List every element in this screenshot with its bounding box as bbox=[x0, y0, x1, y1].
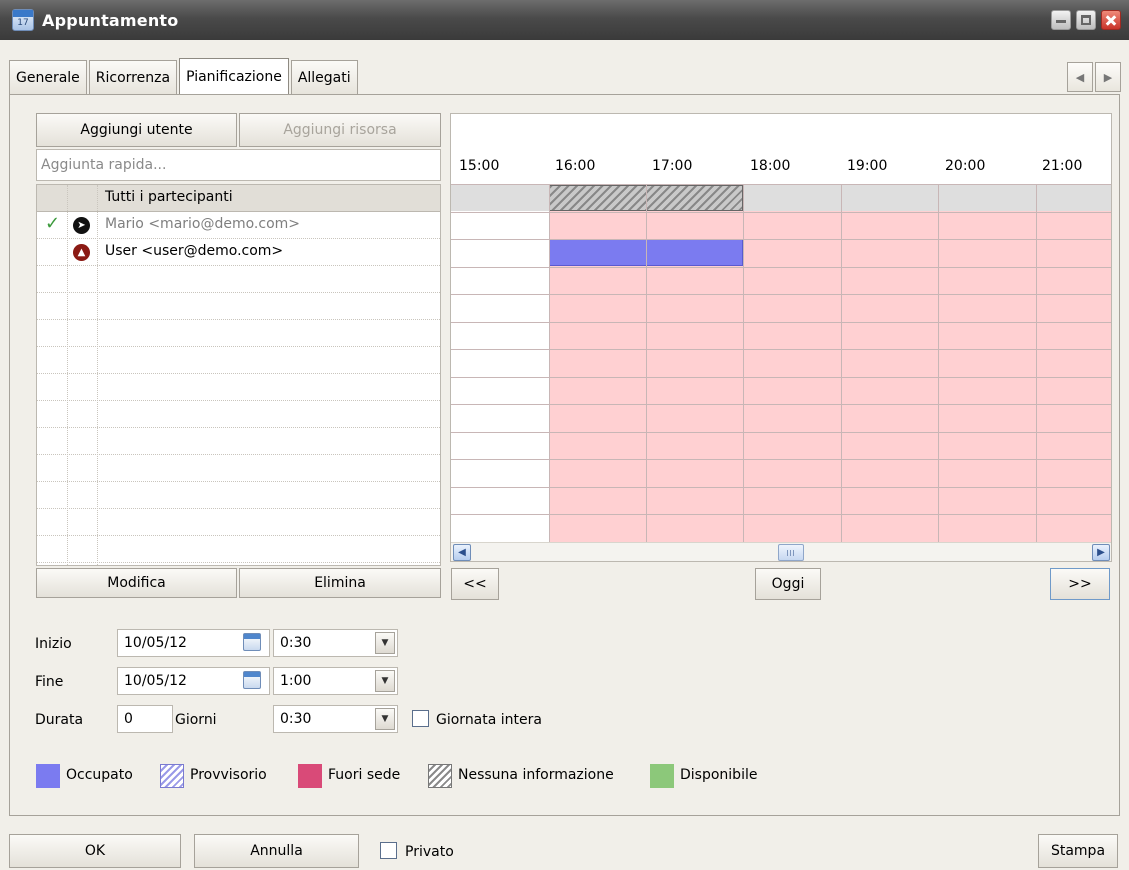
minimize-icon[interactable] bbox=[1051, 10, 1071, 30]
days-label: Giorni bbox=[175, 712, 217, 728]
no-info-legend-swatch bbox=[428, 764, 452, 788]
private-label: Privato bbox=[405, 844, 454, 860]
calendar-icon[interactable] bbox=[243, 671, 261, 689]
busy-legend-label: Occupato bbox=[66, 767, 133, 783]
all-day-checkbox[interactable] bbox=[412, 710, 429, 727]
timeline-row-line bbox=[451, 294, 1111, 295]
all-attendees-label: Tutti i partecipanti bbox=[105, 189, 233, 205]
duration-label: Durata bbox=[35, 712, 84, 728]
previous-button[interactable]: << bbox=[451, 568, 499, 600]
hour-label: 18:00 bbox=[750, 158, 791, 174]
timeline-row-line bbox=[451, 459, 1111, 460]
tab-bar: Generale Ricorrenza Pianificazione Alleg… bbox=[9, 58, 360, 94]
hour-label: 21:00 bbox=[1042, 158, 1083, 174]
hour-label: 17:00 bbox=[652, 158, 693, 174]
next-button[interactable]: >> bbox=[1050, 568, 1110, 600]
attendee-name: User <user@demo.com> bbox=[105, 243, 284, 259]
tab-allegati[interactable]: Allegati bbox=[290, 60, 358, 94]
available-legend-swatch bbox=[650, 764, 674, 788]
tab-scroll-right-icon[interactable]: ▶ bbox=[1095, 62, 1121, 92]
timeline-row-line bbox=[451, 431, 1111, 433]
timeline-row-line bbox=[451, 349, 1111, 350]
timeline-scrollbar[interactable]: ◀ ▶ bbox=[451, 542, 1111, 561]
timeline-row-line bbox=[451, 321, 1111, 323]
no-info-legend-label: Nessuna informazione bbox=[458, 767, 614, 783]
timeline-column-line bbox=[549, 184, 550, 542]
timeline-row-line bbox=[451, 514, 1111, 515]
add-resource-button[interactable]: Aggiungi risorsa bbox=[239, 113, 441, 147]
timeline-column-line bbox=[743, 184, 744, 542]
end-label: Fine bbox=[35, 674, 64, 690]
attendee-status-icon: ▲ bbox=[73, 244, 90, 261]
edit-attendee-button[interactable]: Modifica bbox=[36, 568, 237, 598]
calendar-app-icon bbox=[12, 9, 34, 31]
start-label: Inizio bbox=[35, 636, 72, 652]
scroll-right-icon[interactable]: ▶ bbox=[1092, 544, 1110, 561]
tab-generale[interactable]: Generale bbox=[9, 60, 87, 94]
timeline-row-line bbox=[451, 211, 1111, 213]
hour-label: 16:00 bbox=[555, 158, 596, 174]
scroll-left-icon[interactable]: ◀ bbox=[453, 544, 471, 561]
ok-button[interactable]: OK bbox=[9, 834, 181, 868]
print-button[interactable]: Stampa bbox=[1038, 834, 1118, 868]
attendee-list: Tutti i partecipanti ✓ ➤ Mario <mario@de… bbox=[36, 184, 441, 566]
timeline-row-line bbox=[451, 184, 1111, 185]
delete-attendee-button[interactable]: Elimina bbox=[239, 568, 441, 598]
hour-label: 15:00 bbox=[459, 158, 500, 174]
tentative-legend-label: Provvisorio bbox=[190, 767, 267, 783]
title-bar: Appuntamento bbox=[0, 0, 1129, 40]
timeline-column-line bbox=[938, 184, 939, 542]
hour-label: 20:00 bbox=[945, 158, 986, 174]
tab-scroll-left-icon[interactable]: ◀ bbox=[1067, 62, 1093, 92]
timeline-row-line bbox=[451, 404, 1111, 405]
available-legend-label: Disponibile bbox=[680, 767, 758, 783]
column-divider bbox=[67, 185, 68, 565]
timeline-row-line bbox=[451, 266, 1111, 268]
chevron-down-icon[interactable]: ▼ bbox=[375, 708, 395, 730]
out-of-office-legend-swatch bbox=[298, 764, 322, 788]
timeline-column-line bbox=[1036, 184, 1037, 542]
attendee-status-icon: ➤ bbox=[73, 217, 90, 234]
window-title: Appuntamento bbox=[42, 10, 179, 30]
quick-add-input[interactable]: Aggiunta rapida... bbox=[36, 149, 441, 181]
timeline-row-line bbox=[451, 486, 1111, 488]
tab-ricorrenza[interactable]: Ricorrenza bbox=[88, 60, 178, 94]
close-icon[interactable] bbox=[1101, 10, 1121, 30]
checkmark-icon: ✓ bbox=[45, 213, 61, 234]
column-divider bbox=[97, 185, 98, 565]
add-user-button[interactable]: Aggiungi utente bbox=[36, 113, 237, 147]
scrollbar-thumb[interactable] bbox=[778, 544, 804, 561]
private-checkbox[interactable] bbox=[380, 842, 397, 859]
tentative-legend-swatch bbox=[160, 764, 184, 788]
tab-pianificazione[interactable]: Pianificazione bbox=[179, 58, 289, 94]
calendar-icon[interactable] bbox=[243, 633, 261, 651]
attendee-name: Mario <mario@demo.com> bbox=[105, 216, 301, 232]
hour-label: 19:00 bbox=[847, 158, 888, 174]
chevron-down-icon[interactable]: ▼ bbox=[375, 670, 395, 692]
duration-days-field[interactable]: 0 bbox=[117, 705, 173, 733]
today-button[interactable]: Oggi bbox=[755, 568, 821, 600]
out-of-office-legend-label: Fuori sede bbox=[328, 767, 401, 783]
maximize-icon[interactable] bbox=[1076, 10, 1096, 30]
free-busy-timeline[interactable]: 15:00 16:00 17:00 18:00 19:00 20:00 21:0… bbox=[450, 113, 1112, 562]
timeline-column-line bbox=[841, 184, 842, 542]
busy-legend-swatch bbox=[36, 764, 60, 788]
window-controls bbox=[1051, 10, 1121, 30]
timeline-row-line bbox=[451, 376, 1111, 378]
timeline-column-line bbox=[646, 184, 647, 542]
all-day-label: Giornata intera bbox=[436, 712, 542, 728]
timeline-row-line bbox=[451, 239, 1111, 240]
chevron-down-icon[interactable]: ▼ bbox=[375, 632, 395, 654]
cancel-button[interactable]: Annulla bbox=[194, 834, 359, 868]
